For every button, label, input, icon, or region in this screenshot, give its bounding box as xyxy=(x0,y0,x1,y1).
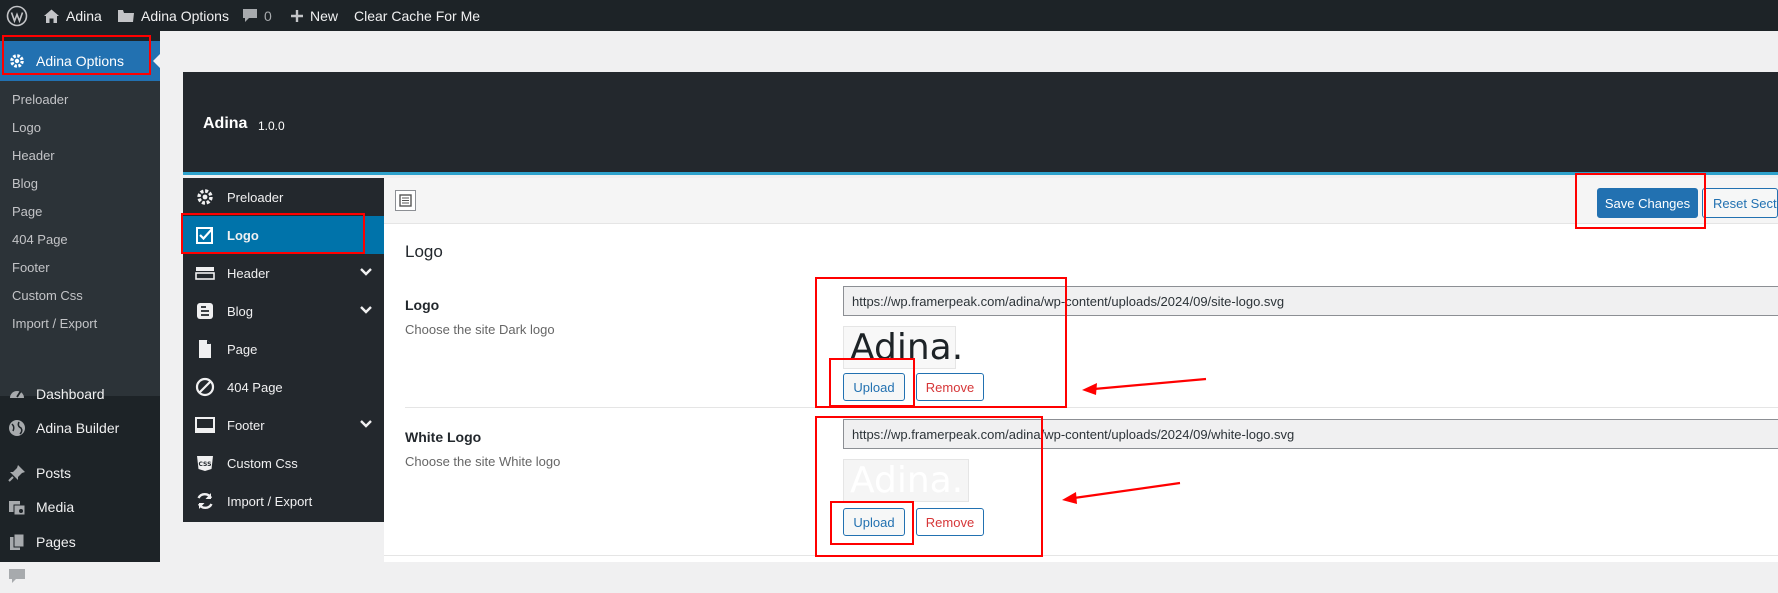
annotation-box-save-changes xyxy=(1575,173,1706,229)
menu-item-label: Media xyxy=(36,499,75,515)
reset-section-button[interactable]: Reset Section xyxy=(1702,188,1778,218)
panel-nav-header[interactable]: Header xyxy=(183,254,384,292)
panel-nav-label: Blog xyxy=(227,303,254,319)
submenu-item-blog[interactable]: Blog xyxy=(12,176,38,191)
blog-icon xyxy=(197,303,213,319)
chevron-down-icon[interactable] xyxy=(360,419,372,429)
submenu-item-import-export[interactable]: Import / Export xyxy=(12,316,97,331)
panel-nav-preloader[interactable]: Preloader xyxy=(183,178,384,216)
panel-nav-blog[interactable]: Blog xyxy=(183,292,384,330)
options-panel-header: Adina 1.0.0 xyxy=(183,72,1778,175)
svg-text:CSS: CSS xyxy=(199,461,212,468)
comments-icon xyxy=(9,569,25,583)
css-icon: CSS xyxy=(197,456,213,471)
panel-bottom-border xyxy=(384,555,1778,556)
panel-nav-label: Page xyxy=(227,341,258,357)
panel-nav-label: Footer xyxy=(227,417,265,433)
panel-nav-footer[interactable]: Footer xyxy=(183,406,384,444)
logo-field-description: Choose the site Dark logo xyxy=(405,322,555,337)
panel-nav-custom-css[interactable]: CSS Custom Css xyxy=(183,444,384,482)
chevron-down-icon[interactable] xyxy=(360,267,372,277)
submenu-item-custom-css[interactable]: Custom Css xyxy=(12,288,83,303)
annotation-arrow-white-logo xyxy=(1062,481,1181,504)
white-logo-field-label: White Logo xyxy=(405,429,482,445)
comments-count: 0 xyxy=(264,7,272,24)
block-icon xyxy=(195,377,215,397)
admin-sidebar: Adina Options Preloader Logo Header Blog… xyxy=(0,31,161,584)
adina-options-submenu: Preloader Logo Header Blog Page 404 Page… xyxy=(0,81,160,396)
panel-nav-label: 404 Page xyxy=(227,379,283,395)
folder-icon xyxy=(118,10,134,22)
options-toolbar xyxy=(384,178,1778,224)
menu-item-adina-builder[interactable]: Adina Builder xyxy=(0,411,160,445)
menu-item-dashboard[interactable]: Dashboard xyxy=(0,377,160,411)
menu-item-pages[interactable]: Pages xyxy=(0,525,160,559)
clear-cache-link[interactable]: Clear Cache For Me xyxy=(354,0,480,31)
panel-nav-404-page[interactable]: 404 Page xyxy=(183,368,384,406)
admin-bar: Adina Adina Options 0 New Clear Cache Fo… xyxy=(0,0,1778,31)
submenu-item-logo[interactable]: Logo xyxy=(12,120,41,135)
panel-title: Adina xyxy=(203,115,248,132)
submenu-item-404-page[interactable]: 404 Page xyxy=(12,232,68,247)
current-indicator xyxy=(153,53,161,69)
chevron-down-icon[interactable] xyxy=(360,305,372,315)
annotation-box-white-logo-upload xyxy=(830,501,914,545)
menu-item-media[interactable]: Media xyxy=(0,490,160,524)
panel-nav-import-export[interactable]: Import / Export xyxy=(183,482,384,520)
globe-icon xyxy=(9,420,25,436)
home-icon xyxy=(44,9,59,23)
new-label: New xyxy=(310,7,339,24)
media-icon xyxy=(9,501,26,516)
panel-nav-label: Preloader xyxy=(227,189,284,205)
submenu-item-header[interactable]: Header xyxy=(12,148,55,163)
gear-icon xyxy=(197,189,213,205)
menu-item-label: Adina Builder xyxy=(36,420,120,436)
expand-toggle-icon[interactable] xyxy=(395,190,416,211)
adina-options-link[interactable]: Adina Options xyxy=(117,0,229,31)
page-icon xyxy=(199,340,211,358)
white-logo-field-description: Choose the site White logo xyxy=(405,454,561,469)
menu-item-posts[interactable]: Posts xyxy=(0,456,160,490)
annotation-box-adina-options xyxy=(2,35,151,75)
menu-item-label: Comments xyxy=(36,568,104,584)
panel-nav-label: Import / Export xyxy=(227,493,313,509)
dashboard-icon xyxy=(10,391,24,398)
logo-field-label: Logo xyxy=(405,297,440,313)
panel-version: 1.0.0 xyxy=(258,119,285,133)
panel-nav-page[interactable]: Page xyxy=(183,330,384,368)
wordpress-logo-icon[interactable] xyxy=(6,0,28,31)
refresh-icon xyxy=(197,492,213,510)
site-name-label: Adina xyxy=(66,7,102,24)
clear-cache-label: Clear Cache For Me xyxy=(354,7,481,24)
pin-icon xyxy=(8,465,25,482)
menu-item-comments[interactable]: Comments xyxy=(0,559,160,593)
field-divider xyxy=(405,407,1778,408)
pages-icon xyxy=(10,533,25,550)
section-title: Logo xyxy=(405,242,443,261)
submenu-item-page[interactable]: Page xyxy=(12,204,42,219)
comments-link[interactable]: 0 xyxy=(242,0,272,31)
panel-nav-label: Header xyxy=(227,265,270,281)
annotation-box-logo-nav xyxy=(181,213,365,254)
header-icon xyxy=(195,267,215,280)
menu-item-label: Pages xyxy=(36,534,76,550)
new-content-link[interactable]: New xyxy=(290,0,338,31)
plus-icon xyxy=(291,9,303,22)
adina-options-label: Adina Options xyxy=(141,7,229,24)
menu-item-label: Dashboard xyxy=(36,386,105,402)
annotation-box-logo-upload xyxy=(829,358,915,407)
submenu-item-preloader[interactable]: Preloader xyxy=(12,92,68,107)
panel-nav-label: Custom Css xyxy=(227,455,298,471)
submenu-item-footer[interactable]: Footer xyxy=(12,260,50,275)
annotation-arrow-logo xyxy=(1082,377,1207,395)
footer-icon xyxy=(195,417,215,433)
menu-item-label: Posts xyxy=(36,465,72,481)
comment-bubble-icon xyxy=(243,9,257,22)
site-name-link[interactable]: Adina xyxy=(43,0,102,31)
